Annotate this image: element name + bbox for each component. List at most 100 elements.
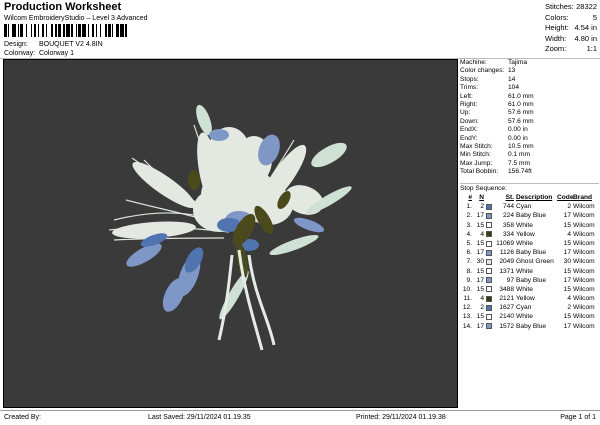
stop-sequence-title: Stop Sequence: — [460, 185, 507, 192]
row-stitches: 11069 — [496, 239, 514, 247]
design-value: BOUQUET V2 4.8IN — [38, 41, 103, 48]
info-row: Color changes: 13 — [460, 67, 598, 75]
row-code: 17 — [563, 322, 571, 330]
row-code: 17 — [563, 249, 571, 257]
info-value: 13 — [508, 67, 516, 75]
color-swatch — [485, 231, 492, 238]
col-header-description: Description — [516, 194, 553, 201]
table-row: 11. 4 2121 Yellow 4 Wilcom — [460, 294, 598, 303]
row-index: 4. — [466, 230, 473, 238]
row-needle: 15 — [476, 221, 484, 229]
row-index: 2. — [466, 212, 473, 220]
info-value: 57.6 mm — [508, 109, 534, 117]
row-stitches: 358 — [502, 221, 514, 229]
info-value: 0.00 in — [508, 134, 528, 142]
table-row: 10. 15 3488 White 15 Wilcom — [460, 285, 598, 294]
col-header-stitches: St. — [505, 194, 514, 201]
table-header-row: # N St. Description Code Brand — [460, 193, 598, 202]
embroidery-bouquet-image — [108, 104, 352, 351]
info-label: EndY: — [460, 134, 478, 142]
color-swatch — [485, 222, 492, 229]
info-label: Machine: — [460, 59, 487, 66]
row-swatch — [484, 257, 493, 266]
last-saved: Last Saved: 29/11/2024 01.19.35 — [148, 414, 251, 421]
row-needle: 15 — [476, 267, 484, 275]
row-stitches: 1371 — [499, 267, 514, 275]
info-value: 14 — [508, 75, 516, 83]
table-row: 12. 2 1627 Cyan 2 Wilcom — [460, 303, 598, 312]
row-swatch — [484, 239, 493, 248]
row-description: Baby Blue — [516, 276, 547, 284]
info-row: Down: 57.6 mm — [460, 118, 598, 126]
row-stitches: 1126 — [499, 249, 514, 257]
row-needle: 17 — [476, 276, 484, 284]
table-row: 7. 30 2049 Ghost Green 30 Wilcom — [460, 257, 598, 266]
row-brand: Wilcom — [573, 212, 595, 220]
info-row: Total Bobbin: 156.74ft — [460, 168, 598, 176]
barcode — [4, 24, 130, 37]
row-stitches: 334 — [502, 230, 514, 238]
row-swatch — [484, 312, 493, 321]
color-swatch — [485, 314, 492, 321]
color-swatch — [485, 277, 492, 284]
row-stitches: 744 — [502, 203, 514, 211]
row-swatch — [484, 202, 493, 211]
info-label: Up: — [460, 109, 471, 117]
row-stitches: 2121 — [499, 295, 514, 303]
row-brand: Wilcom — [573, 267, 595, 275]
color-swatch — [485, 258, 492, 265]
row-needle: 4 — [480, 230, 484, 238]
color-swatch — [485, 249, 492, 256]
stat-label: Stitches: — [545, 2, 574, 11]
row-index: 5. — [466, 239, 473, 247]
row-swatch — [484, 303, 493, 312]
colorway-row: Colorway: Colorway 1 — [4, 50, 74, 57]
row-brand: Wilcom — [573, 285, 595, 293]
row-description: White — [516, 267, 533, 275]
row-swatch — [484, 221, 493, 230]
row-brand: Wilcom — [573, 322, 595, 330]
table-row: 8. 15 1371 White 15 Wilcom — [460, 267, 598, 276]
row-brand: Wilcom — [573, 313, 595, 321]
row-needle: 15 — [476, 313, 484, 321]
info-value: 61.0 mm — [508, 100, 534, 108]
stat-row: Stitches: 28322 — [545, 2, 599, 13]
col-header-index: # — [468, 194, 472, 201]
colorway-value: Colorway 1 — [38, 50, 74, 57]
table-row: 1. 2 744 Cyan 2 Wilcom — [460, 202, 598, 211]
row-index: 3. — [466, 221, 473, 229]
color-swatch — [485, 295, 492, 302]
stat-label: Width: — [545, 33, 567, 43]
info-label: Max Jump: — [460, 159, 493, 167]
stat-value: 4.54 in — [574, 23, 597, 32]
stat-label: Colors: — [545, 12, 569, 22]
color-swatch — [485, 240, 492, 247]
stat-row: Width: 4.80 in — [545, 34, 599, 45]
row-code: 17 — [563, 212, 571, 220]
color-swatch — [485, 203, 492, 210]
stop-sequence-table: # N St. Description Code Brand 1. 2 744 Cya… — [460, 193, 598, 331]
info-value: 10.5 mm — [508, 142, 534, 150]
row-description: Baby Blue — [516, 322, 547, 330]
stat-value: 5 — [592, 12, 597, 22]
row-stitches: 3488 — [499, 285, 514, 293]
row-needle: 17 — [476, 322, 484, 330]
stat-value: 4.80 in — [574, 33, 597, 43]
table-row: 6. 17 1126 Baby Blue 17 Wilcom — [460, 248, 598, 257]
row-code: 30 — [563, 258, 571, 266]
row-index: 8. — [466, 267, 473, 275]
colorway-label: Colorway: — [4, 50, 36, 57]
row-swatch — [484, 248, 493, 257]
info-row: Max Jump: 7.5 mm — [460, 160, 598, 168]
row-description: Cyan — [516, 304, 532, 312]
info-value: 7.5 mm — [508, 159, 530, 167]
info-row: Stops: 14 — [460, 76, 598, 84]
row-brand: Wilcom — [573, 249, 595, 257]
row-description: Yellow — [516, 295, 535, 303]
row-code: 4 — [567, 230, 571, 238]
row-brand: Wilcom — [573, 230, 595, 238]
row-index: 11. — [463, 295, 472, 303]
col-header-needle: N — [479, 194, 484, 201]
row-index: 14. — [462, 322, 472, 330]
row-brand: Wilcom — [573, 258, 595, 266]
